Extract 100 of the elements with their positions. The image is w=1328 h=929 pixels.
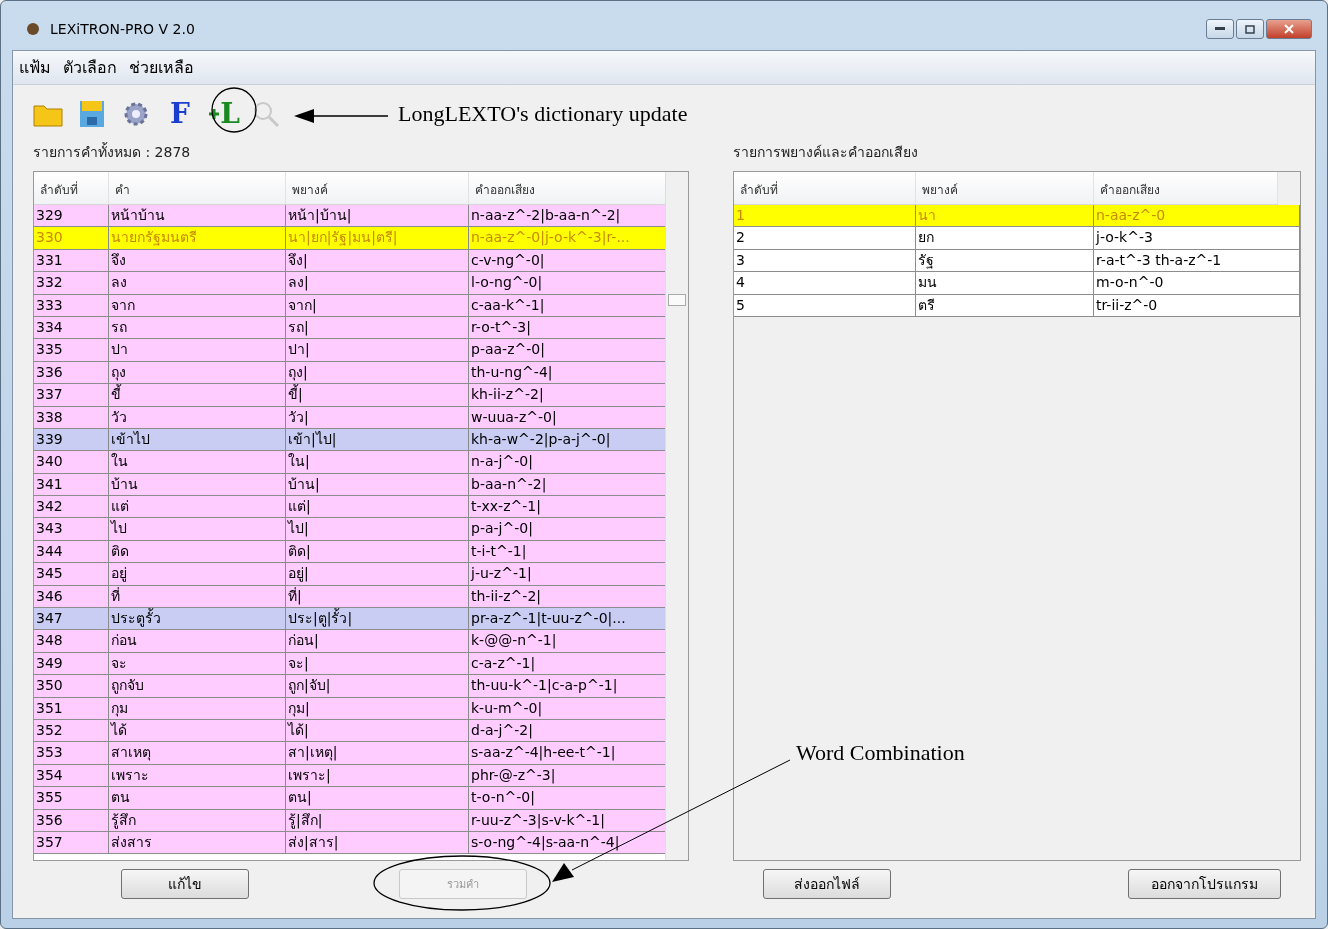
table-cell: ปา [109,339,286,361]
font-icon[interactable]: F [163,97,197,131]
table-cell: เพราะ [109,764,286,787]
table-cell: แต่| [286,496,469,518]
panel-label: รายการพยางค์และคำออกเสียง [732,143,919,162]
table-row[interactable]: 344 ติด ติด| t-i-t^-1| [34,540,666,564]
column-header[interactable]: พยางค์ [286,172,469,204]
table-row[interactable]: 4 มน m-o-n^-0 [734,272,1300,295]
exit-button[interactable]: ออกจากโปรแกรม [1128,869,1281,899]
table-row[interactable]: 346 ที่ ที่| th-ii-z^-2| [34,585,666,609]
table-row[interactable]: 336 ถุง ถุง| th-u-ng^-4| [34,361,666,385]
table-cell: ขี้| [286,384,469,406]
table-row[interactable]: 332 ลง ลง| l-o-ng^-0| [34,272,666,295]
column-header[interactable]: คำออกเสียง [1094,172,1278,204]
table-cell: จึง [109,249,286,272]
table-row[interactable]: 335 ปา ปา| p-aa-z^-0| [34,339,666,362]
table-cell: นายกรัฐมนตรี [109,227,286,249]
table-row[interactable]: 338 วัว วัว| w-uua-z^-0| [34,406,666,429]
table-cell: 351 [34,697,109,719]
table-row[interactable]: 329 หน้าบ้าน หน้า|บ้าน| n-aa-z^-2|b-aa-n^-2| [34,205,666,228]
table-row[interactable]: 341 บ้าน บ้าน| b-aa-n^-2| [34,473,666,497]
table-cell: ส่งสาร [109,831,286,854]
table-cell: ขี้ [109,384,286,406]
table-cell: ไป [109,518,286,540]
column-header[interactable]: พยางค์ [916,172,1094,204]
table-cell: ลง| [286,272,469,294]
maximize-button[interactable] [1236,19,1264,39]
column-header[interactable]: ลำดับที่ [34,172,109,204]
table-row[interactable]: 340 ใน ใน| n-a-j^-0| [34,451,666,474]
table-cell: tr-ii-z^-0 [1094,294,1300,316]
table-cell: 340 [34,451,109,473]
table-row[interactable]: 356 รู้สึก รู้|สึก| r-uu-z^-3|s-v-k^-1| [34,809,666,832]
table-cell: กุม| [286,697,469,719]
table-cell: 345 [34,563,109,585]
close-button[interactable] [1266,19,1312,39]
table-cell: รู้|สึก| [286,809,469,831]
scrollbar[interactable] [665,172,688,860]
table-row[interactable]: 348 ก่อน ก่อน| k-@@-n^-1| [34,630,666,653]
table-row[interactable]: 5 ตรี tr-ii-z^-0 [734,294,1300,317]
table-row[interactable]: 347 ประตูรั้ว ประ|ตู|รั้ว| pr-a-z^-1|t-uu-z^-0|... [34,608,666,631]
table-cell: สาเหตุ [109,742,286,764]
table-row[interactable]: 342 แต่ แต่| t-xx-z^-1| [34,496,666,519]
table-row[interactable]: 337 ขี้ ขี้| kh-ii-z^-2| [34,384,666,407]
table-cell: 354 [34,764,109,787]
table-cell: ไป| [286,518,469,540]
table-cell: ได้| [286,720,469,742]
table-cell: ติด [109,540,286,563]
table-cell: รัฐ [916,249,1094,272]
table-cell: 3 [734,249,916,272]
minimize-button[interactable] [1206,19,1234,39]
table-cell: นา [916,205,1094,227]
menu-item[interactable]: ช่วยเหลือ [129,55,194,80]
table-cell: 350 [34,675,109,697]
table-row[interactable]: 339 เข้าไป เข้า|ไป| kh-a-w^-2|p-a-j^-0| [34,428,666,452]
table-row[interactable]: 355 ตน ตน| t-o-n^-0| [34,787,666,810]
table-row[interactable]: 333 จาก จาก| c-aa-k^-1| [34,294,666,317]
table-cell: ตน [109,787,286,809]
table-cell: 335 [34,339,109,361]
table-cell: 332 [34,272,109,294]
menu-item[interactable]: แฟ้ม [19,55,51,80]
table-row[interactable]: 331 จึง จึง| c-v-ng^-0| [34,249,666,273]
table-cell: ตน| [286,787,469,809]
table-cell: จาก [109,294,286,316]
table-cell: ใน| [286,451,469,473]
column-header[interactable]: คำ [109,172,286,204]
menu-item[interactable]: ตัวเลือก [63,55,117,80]
table-row[interactable]: 349 จะ จะ| c-a-z^-1| [34,652,666,676]
edit-button[interactable]: แก้ไข [121,869,249,899]
table-row[interactable]: 351 กุม กุม| k-u-m^-0| [34,697,666,720]
export-button[interactable]: ส่งออกไฟล์ [763,869,891,899]
table-row[interactable]: 350 ถูกจับ ถูก|จับ| th-uu-k^-1|c-a-p^-1| [34,675,666,698]
table-cell: 349 [34,652,109,675]
table-cell: วัว| [286,406,469,428]
table-cell: อยู่ [109,563,286,585]
table-cell: หน้าบ้าน [109,205,286,227]
table-row[interactable]: 354 เพราะ เพราะ| phr-@-z^-3| [34,764,666,788]
table-row[interactable]: 343 ไป ไป| p-a-j^-0| [34,518,666,541]
table-cell: วัว [109,406,286,428]
table-row[interactable]: 2 ยก j-o-k^-3 [734,227,1300,250]
add-icon[interactable]: L [207,97,241,131]
table-cell: ปา| [286,339,469,361]
table-row[interactable]: 3 รัฐ r-a-t^-3 th-a-z^-1 [734,249,1300,273]
table-row[interactable]: 357 ส่งสาร ส่ง|สาร| s-o-ng^-4|s-aa-n^-4| [34,831,666,855]
table-cell: 5 [734,294,916,316]
table-cell: มน [916,272,1094,294]
table-row[interactable]: 345 อยู่ อยู่| j-u-z^-1| [34,563,666,586]
minimize-icon [1215,27,1225,31]
table-row[interactable]: 334 รถ รถ| r-o-t^-3| [34,316,666,340]
annotation-circle [211,87,257,133]
table-cell: 330 [34,227,109,249]
table-cell: n-aa-z^-0 [1094,205,1300,227]
column-header[interactable]: ลำดับที่ [734,172,916,204]
table-row[interactable]: 352 ได้ ได้| d-a-j^-2| [34,720,666,743]
table-cell: ที่| [286,585,469,608]
table-cell: เพราะ| [286,764,469,787]
table-row[interactable]: 353 สาเหตุ สา|เหตุ| s-aa-z^-4|h-ee-t^-1| [34,742,666,765]
table-cell: บ้าน| [286,473,469,496]
table-cell: 336 [34,361,109,384]
table-cell: 347 [34,608,109,630]
table-cell: แต่ [109,496,286,518]
